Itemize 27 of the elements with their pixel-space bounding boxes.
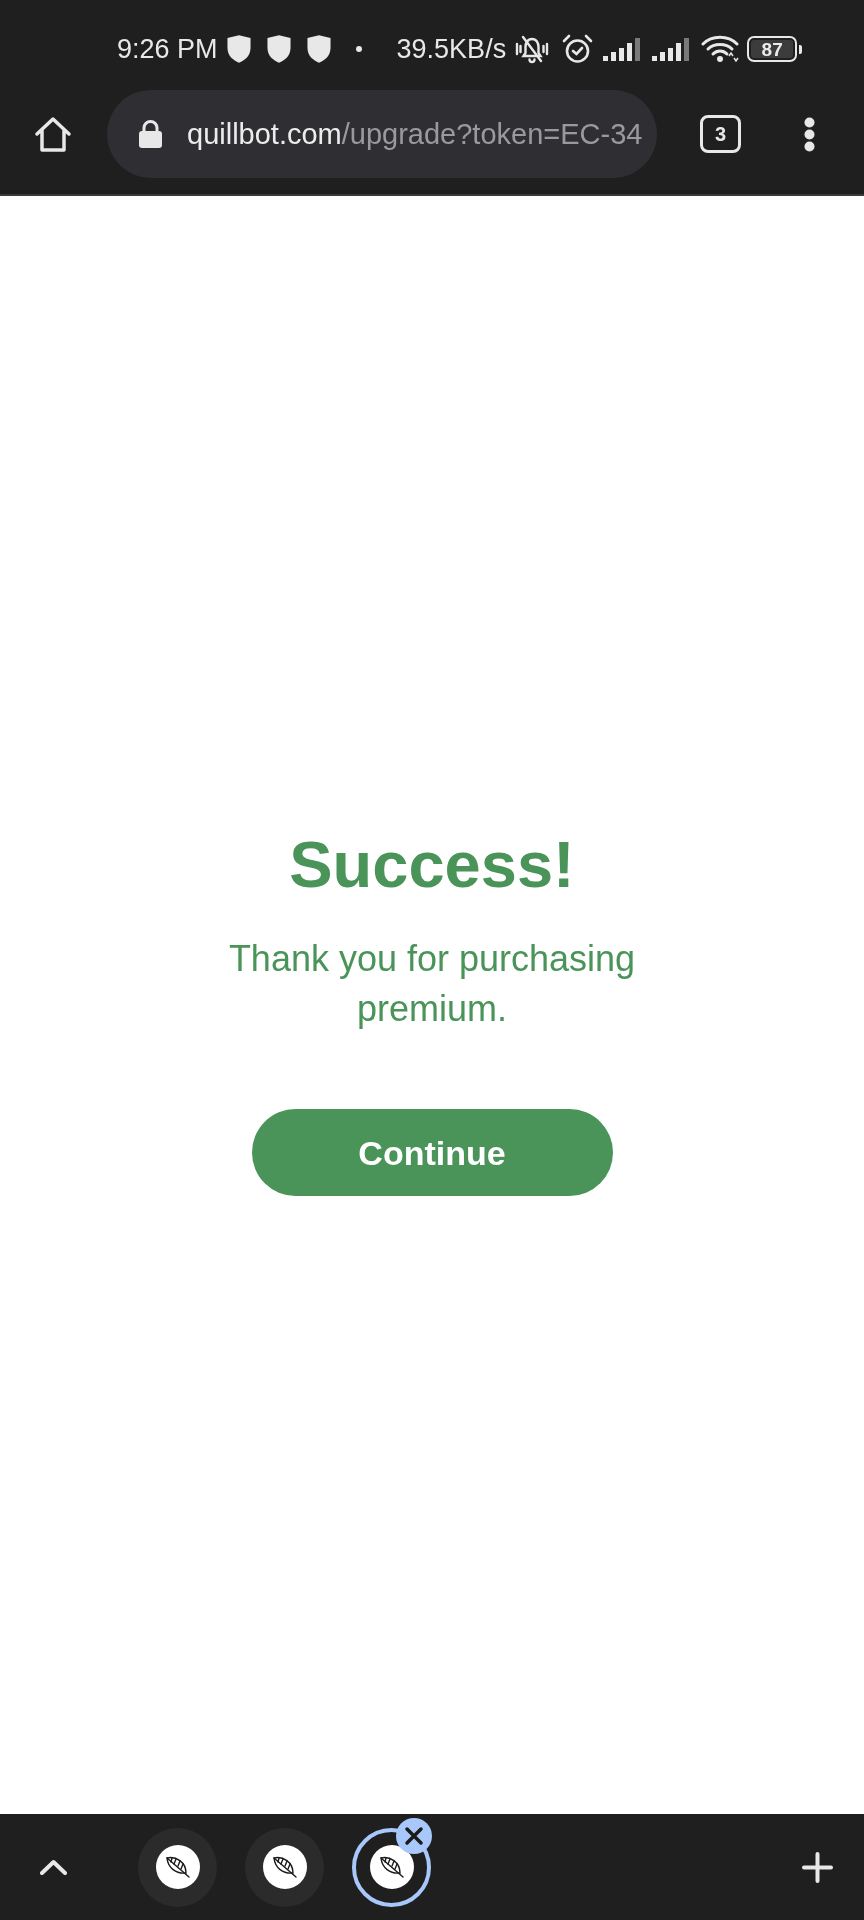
address-bar[interactable]: quillbot.com/upgrade?token=EC-34 <box>107 90 657 178</box>
dot-icon <box>355 46 362 52</box>
success-title: Success! <box>289 832 575 898</box>
continue-button[interactable]: Continue <box>251 1109 613 1196</box>
feather-icon <box>369 1845 414 1889</box>
plus-icon[interactable] <box>802 1851 833 1883</box>
signal-icon <box>652 37 692 61</box>
home-icon[interactable] <box>33 114 73 154</box>
feather-icon <box>155 1845 200 1889</box>
shield-icon <box>264 34 293 64</box>
battery-percentage: 87 <box>761 39 783 59</box>
status-time: 9:26 PM <box>117 35 218 63</box>
wifi-icon <box>701 34 740 64</box>
alarm-clock-icon <box>561 33 595 65</box>
lock-icon <box>138 119 163 149</box>
tab-count-button[interactable]: 3 <box>700 115 741 153</box>
signal-icon <box>603 37 643 61</box>
shield-icon <box>224 34 253 64</box>
shield-icon <box>304 34 333 64</box>
muted-bell-icon <box>514 34 551 64</box>
feather-icon <box>262 1845 307 1889</box>
network-speed: 39.5KB/s <box>396 35 507 63</box>
close-icon[interactable] <box>396 1817 432 1854</box>
thank-you-message: Thank you for purchasing premium. <box>227 937 637 1031</box>
chevron-up-icon[interactable] <box>40 1859 67 1875</box>
url-text: quillbot.com/upgrade?token=EC-34 <box>187 119 643 149</box>
menu-icon[interactable] <box>804 116 815 152</box>
